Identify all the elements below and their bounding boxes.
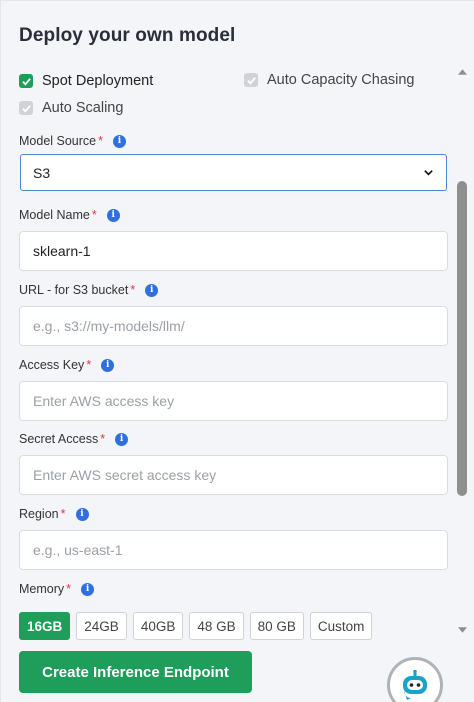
info-icon[interactable]: i <box>113 134 126 148</box>
spot-deployment-checkbox[interactable]: Spot Deployment <box>19 73 153 89</box>
scrollbar-thumb[interactable] <box>457 181 467 496</box>
info-icon[interactable]: i <box>145 283 159 297</box>
chatbot-button[interactable] <box>387 657 443 702</box>
robot-icon <box>403 670 427 700</box>
secret-access-label: Secret Access * i <box>19 432 129 446</box>
checkbox-disabled-icon <box>244 73 258 87</box>
model-source-label: Model Source * i <box>19 134 126 148</box>
memory-option-40gb[interactable]: 40GB <box>132 612 184 640</box>
scroll-down-arrow-icon[interactable] <box>458 627 467 633</box>
create-inference-endpoint-button[interactable]: Create Inference Endpoint <box>19 651 252 693</box>
checkbox-disabled-icon <box>19 101 33 115</box>
model-name-input[interactable]: sklearn-1 <box>19 231 448 271</box>
memory-options: 16GB 24GB 40GB 48 GB 80 GB Custom <box>19 612 373 640</box>
secret-access-input[interactable] <box>19 455 448 495</box>
required-mark: * <box>98 134 103 148</box>
region-label: Region * i <box>19 507 89 521</box>
access-key-label: Access Key * i <box>19 358 115 372</box>
region-input[interactable] <box>19 530 448 570</box>
checkbox-checked-icon <box>19 74 33 88</box>
memory-label: Memory * i <box>19 582 95 596</box>
memory-option-80gb[interactable]: 80 GB <box>249 612 304 640</box>
memory-option-16gb[interactable]: 16GB <box>19 612 71 640</box>
model-source-select[interactable]: S3 <box>20 154 447 191</box>
info-icon[interactable]: i <box>101 358 115 372</box>
deploy-panel: Deploy your own model Spot Deployment Au… <box>0 0 474 702</box>
access-key-input[interactable] <box>19 381 448 421</box>
required-mark: * <box>60 507 66 521</box>
model-source-value: S3 <box>33 164 51 181</box>
model-name-label: Model Name * i <box>19 208 120 222</box>
url-input[interactable] <box>19 306 448 346</box>
chevron-down-icon <box>424 170 433 176</box>
info-icon[interactable]: i <box>75 507 89 521</box>
memory-option-24gb[interactable]: 24GB <box>76 612 127 640</box>
url-label: URL - for S3 bucket * i <box>19 283 159 297</box>
info-icon[interactable]: i <box>106 208 120 222</box>
auto-scaling-checkbox[interactable]: Auto Scaling <box>19 100 123 116</box>
auto-capacity-chasing-label: Auto Capacity Chasing <box>267 72 415 88</box>
auto-capacity-chasing-checkbox[interactable]: Auto Capacity Chasing <box>244 72 415 88</box>
page-title: Deploy your own model <box>19 25 236 46</box>
required-mark: * <box>86 358 92 372</box>
required-mark: * <box>66 582 72 596</box>
info-icon[interactable]: i <box>115 432 129 446</box>
info-icon[interactable]: i <box>81 582 95 596</box>
scroll-up-arrow-icon[interactable] <box>458 69 467 75</box>
auto-scaling-label: Auto Scaling <box>42 100 124 116</box>
memory-option-48gb[interactable]: 48 GB <box>189 612 244 640</box>
required-mark: * <box>100 432 106 446</box>
memory-option-custom[interactable]: Custom <box>309 612 373 640</box>
spot-deployment-label: Spot Deployment <box>42 73 154 89</box>
required-mark: * <box>130 283 136 297</box>
required-mark: * <box>91 208 97 222</box>
